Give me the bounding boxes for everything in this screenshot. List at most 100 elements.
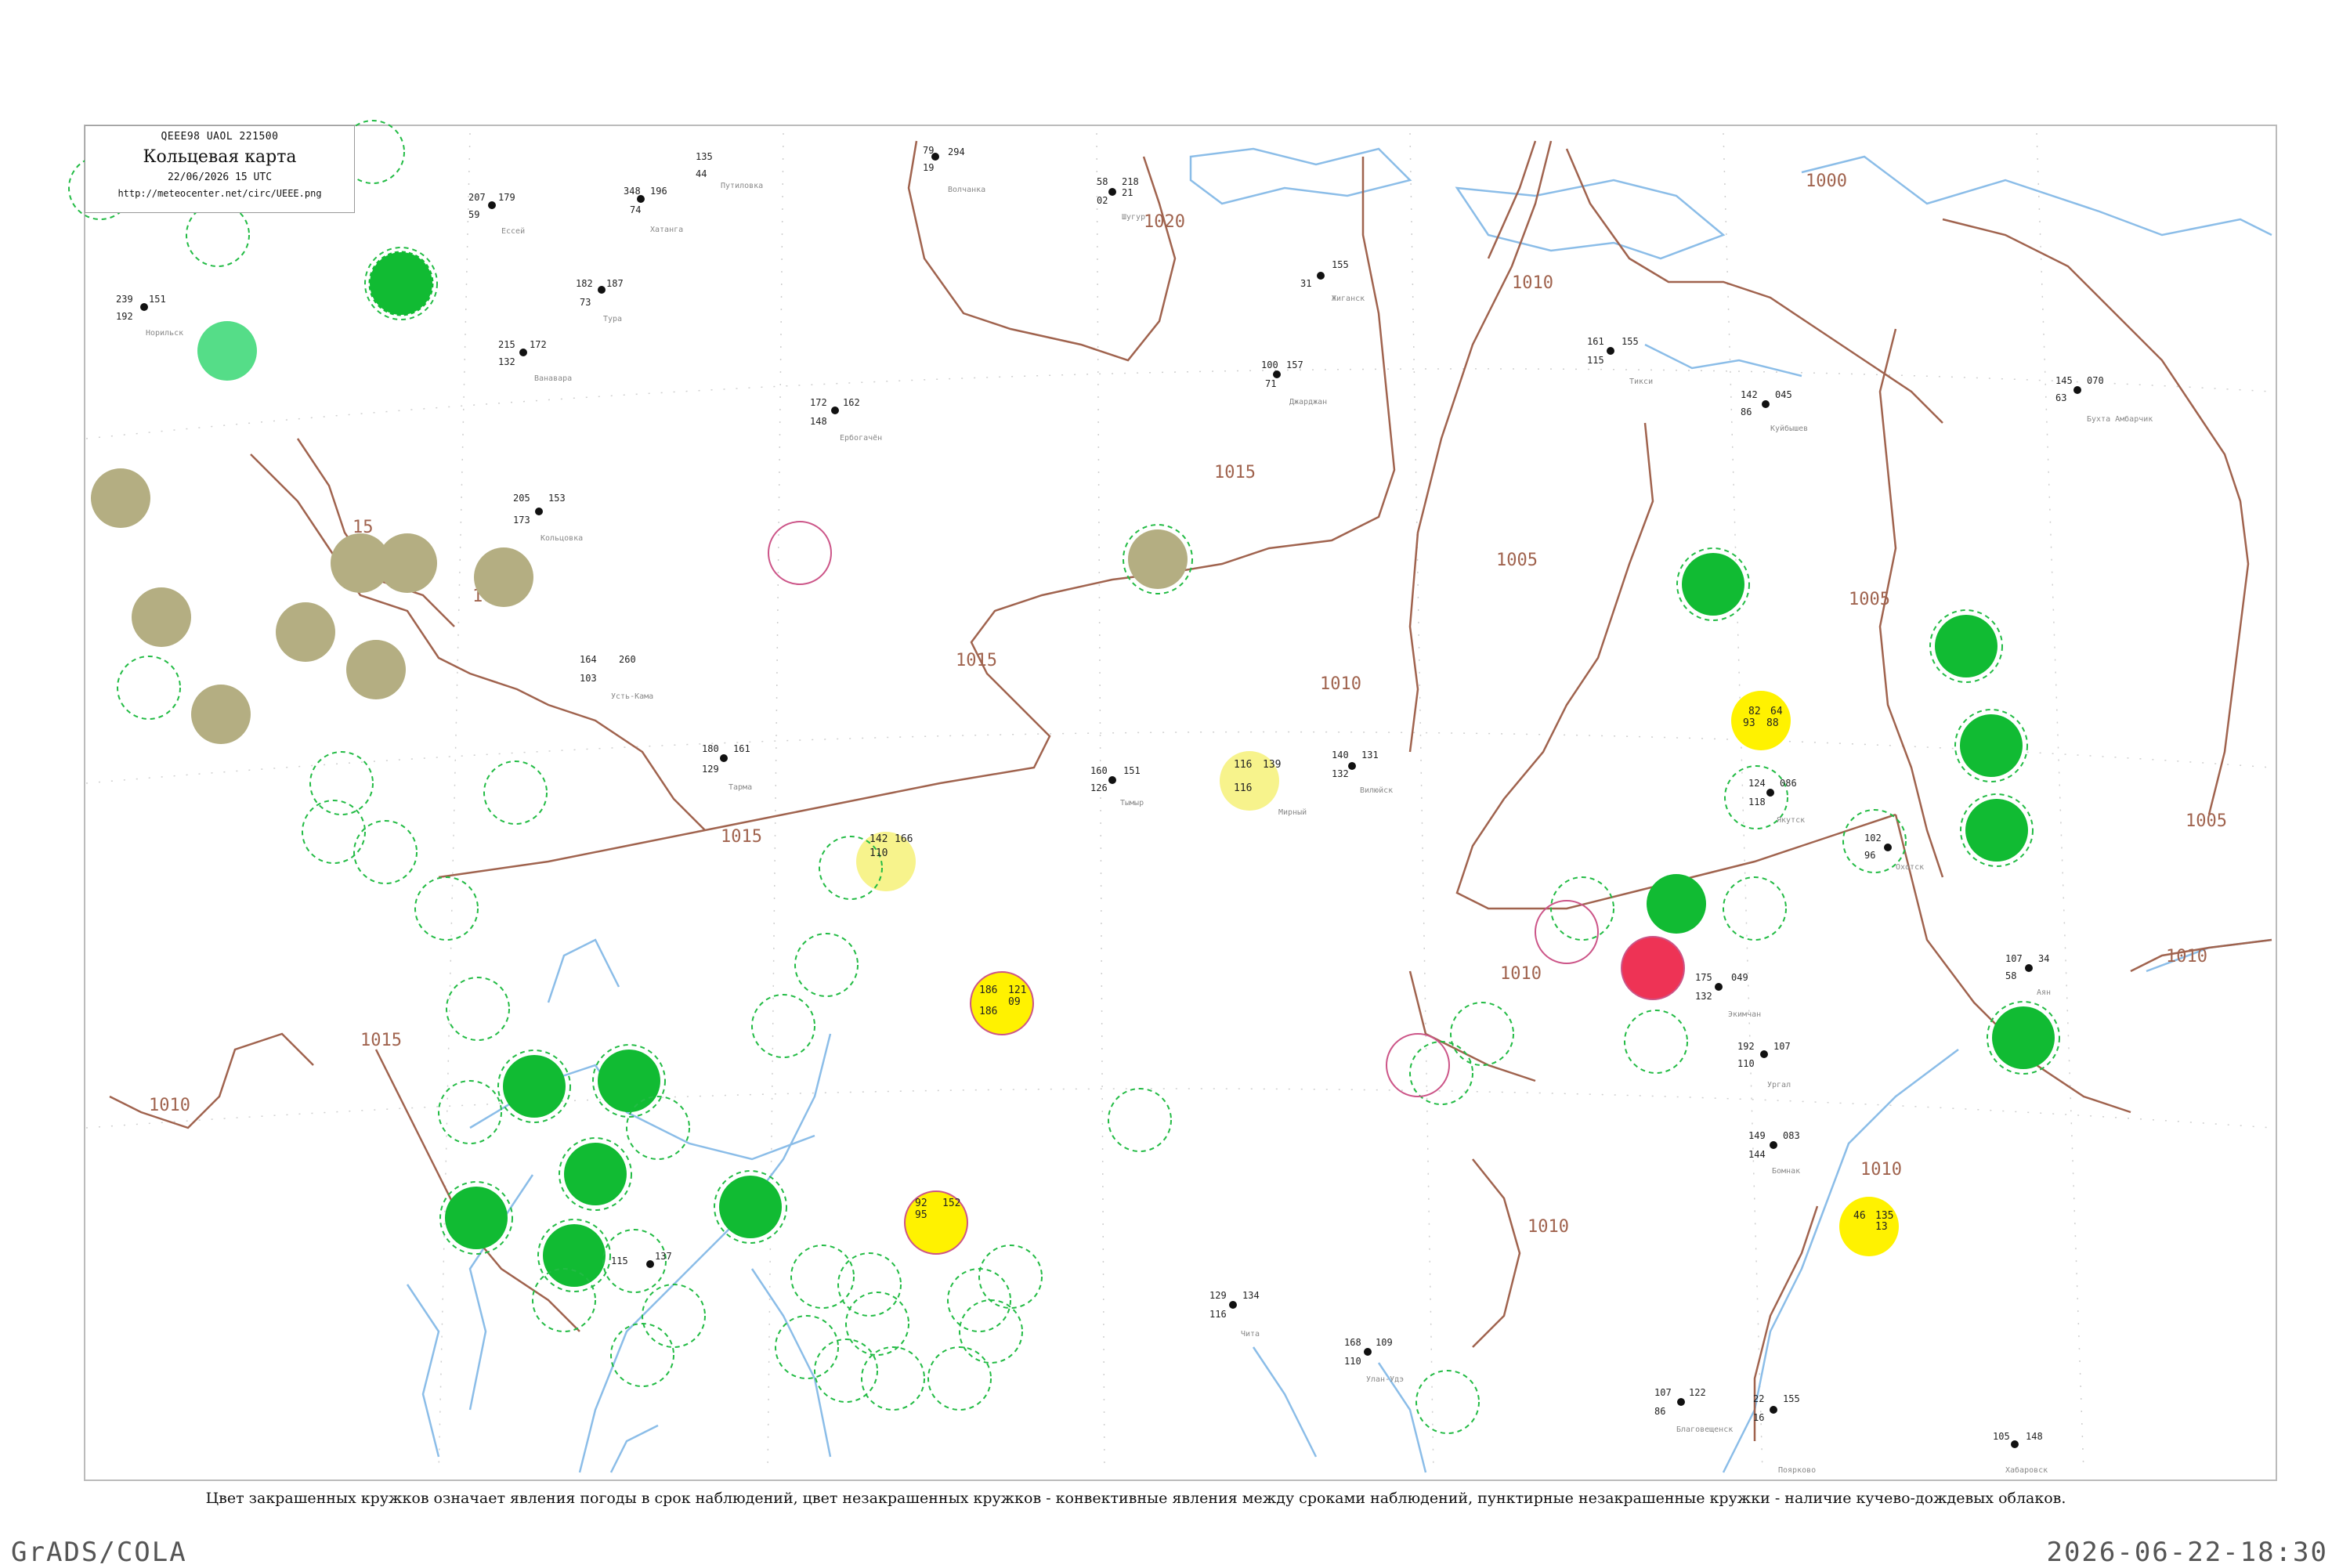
olive-circle	[91, 468, 150, 528]
station-value: 135	[1875, 1210, 1893, 1222]
station-value: 102	[1864, 833, 1882, 844]
station-value: 175	[1695, 972, 1712, 983]
station-plot: Мирный	[1278, 807, 1307, 817]
olive-circle	[191, 685, 251, 744]
station-value: 215	[498, 339, 515, 350]
station-plot: 182 187 73 Тура	[576, 278, 624, 323]
station-dot	[488, 201, 496, 209]
station-dot	[646, 1260, 654, 1268]
station-plot: 79 294 19 Волчанка	[923, 145, 985, 194]
station-plot: 107 34 58 Аян	[2005, 953, 2051, 997]
rain-circle	[1935, 615, 1998, 677]
station-plot: 135 44 Путиловка	[696, 151, 763, 190]
station-value: 95	[915, 1209, 927, 1221]
station-name: Вилюйск	[1360, 786, 1393, 795]
station-value: 110	[1344, 1356, 1361, 1367]
map-frame	[84, 125, 2277, 1481]
rain-circle	[543, 1224, 606, 1287]
station-value: 144	[1748, 1149, 1766, 1160]
station-value: 348	[624, 186, 641, 197]
station-name: Тура	[603, 315, 622, 323]
station-value: 192	[116, 311, 133, 322]
station-value: 049	[1731, 972, 1748, 983]
station-value: 173	[513, 515, 530, 526]
cb-ring	[483, 761, 548, 825]
station-value: 63	[2055, 392, 2066, 403]
station-name: Бомнак	[1772, 1167, 1800, 1176]
station-plot: 348 196 74 Хатанга	[624, 186, 683, 234]
station-value: 168	[1344, 1337, 1361, 1348]
station-value: 155	[1622, 336, 1639, 347]
cb-ring	[438, 1080, 502, 1144]
station-value: 16	[1753, 1412, 1764, 1423]
header-code: QEEE98 UAOL 221500	[161, 131, 279, 143]
station-value: 161	[733, 743, 750, 754]
station-name: Ессей	[501, 226, 525, 236]
station-dot	[2011, 1440, 2019, 1448]
isobar-label: 1010	[1528, 1217, 1569, 1237]
station-name: Жиганск	[1332, 294, 1365, 303]
station-value: 148	[810, 416, 827, 427]
station-dot	[1884, 844, 1892, 851]
isobar-label: 1010	[1320, 674, 1361, 694]
isobar-label: 1010	[1860, 1160, 1902, 1180]
station-value: 132	[1332, 768, 1349, 779]
isobar-label-group: 1020 1015 1015 1015 1015 1010 1010 1010 …	[149, 172, 2227, 1237]
station-dot	[1677, 1398, 1685, 1406]
station-plot: 124 086 118 Якутск	[1748, 778, 1805, 825]
station-value: 122	[1689, 1387, 1706, 1398]
station-plot: 145 070 63 Бухта Амбарчик	[2055, 375, 2153, 424]
station-value: 110	[870, 847, 888, 859]
station-dot	[1715, 983, 1723, 991]
cb-ring	[309, 751, 374, 815]
rain-circle	[1647, 874, 1706, 934]
station-plot: 161 155 115 Тикси	[1587, 336, 1653, 386]
station-name: Поярково	[1778, 1466, 1816, 1475]
cb-ring	[1415, 1370, 1480, 1434]
fog-circle	[970, 971, 1034, 1035]
station-value: 82	[1748, 706, 1761, 717]
station-name: Экимчан	[1728, 1010, 1761, 1019]
thunder-ring	[768, 521, 832, 585]
station-value: 083	[1783, 1130, 1800, 1141]
station-value: 96	[1864, 850, 1875, 861]
station-value: 149	[1748, 1130, 1766, 1141]
cb-ring	[814, 1339, 878, 1403]
station-value: 070	[2087, 375, 2104, 386]
header-title: Кольцевая карта	[143, 147, 297, 167]
station-dot	[140, 303, 148, 311]
station-value: 116	[1234, 782, 1252, 794]
station-plot: 149 083 144 Бомнак	[1748, 1130, 1800, 1176]
station-plot: 175 049 132 Экимчан	[1695, 972, 1761, 1019]
cb-ring	[978, 1245, 1043, 1309]
station-value: 160	[1090, 765, 1108, 776]
cb-ring	[1723, 876, 1787, 941]
rain-circle	[598, 1050, 660, 1112]
isobar-label: 1015	[360, 1031, 402, 1050]
station-plot: 105 148 Хабаровск	[1993, 1431, 2048, 1475]
station-value: 205	[513, 493, 530, 504]
station-value: 31	[1300, 278, 1311, 289]
station-name: Путиловка	[721, 182, 763, 190]
station-dot	[2073, 386, 2081, 394]
isobar-label: 1010	[1500, 964, 1542, 984]
isobar-label: 1010	[1512, 273, 1553, 293]
station-plot: 22 155 16 Поярково	[1753, 1393, 1816, 1475]
station-value: 22	[1753, 1393, 1764, 1404]
station-dot	[831, 406, 839, 414]
station-plot: 115 137	[611, 1251, 672, 1268]
station-value: 73	[580, 297, 591, 308]
station-dot	[1607, 347, 1614, 355]
station-value: 58	[2005, 970, 2016, 981]
station-value: 153	[548, 493, 566, 504]
station-dot	[2025, 964, 2033, 972]
station-value: 179	[498, 192, 515, 203]
station-value: 186	[979, 985, 997, 996]
olive-circle	[378, 533, 437, 593]
rain-circle	[445, 1187, 508, 1249]
station-name: Куйбышев	[1770, 424, 1808, 433]
station-value: 59	[468, 209, 479, 220]
timestamp-label: 2026-06-22-18:30	[2046, 1537, 2328, 1568]
station-value: 140	[1332, 750, 1349, 761]
cb-ring	[845, 1292, 909, 1356]
